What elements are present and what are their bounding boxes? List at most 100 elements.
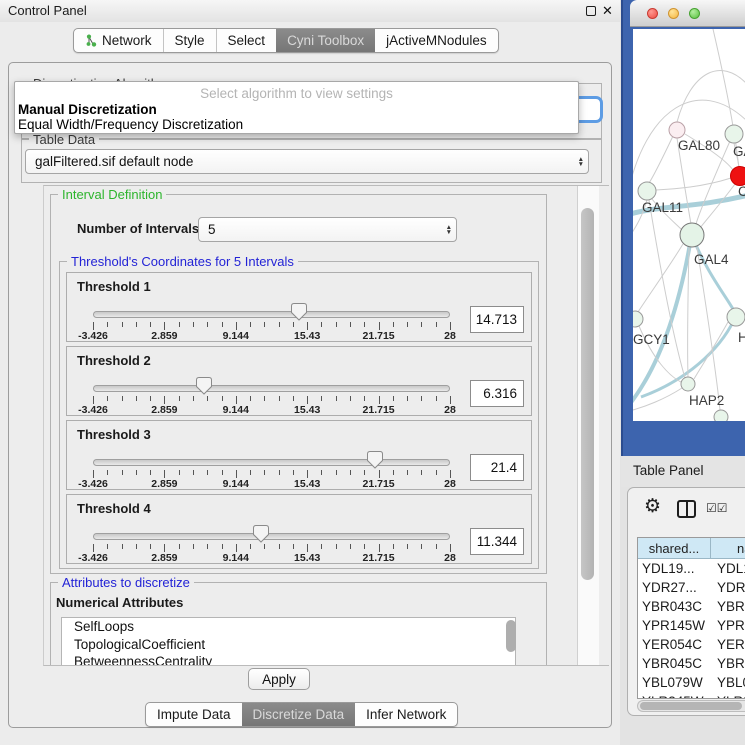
- float-window-icon[interactable]: [586, 6, 596, 16]
- threshold-value-input[interactable]: [470, 380, 524, 407]
- tab-select[interactable]: Select: [216, 29, 277, 52]
- network-node[interactable]: [725, 125, 743, 143]
- table-row[interactable]: YPR145WYPR1: [638, 616, 745, 635]
- slider-track[interactable]: [93, 459, 450, 466]
- threshold-value-input[interactable]: [470, 306, 524, 333]
- table-cell[interactable]: YLR3: [711, 694, 745, 699]
- list-scrollbar[interactable]: [506, 618, 517, 666]
- tick-mark: [436, 544, 437, 549]
- num-intervals-combo[interactable]: 5 ▲▼: [198, 217, 457, 242]
- slider-handle[interactable]: [291, 303, 307, 321]
- slider-handle[interactable]: [253, 525, 269, 543]
- table-cell[interactable]: YBR0: [711, 599, 745, 614]
- dropdown-item-equal-width-frequency[interactable]: Equal Width/Frequency Discretization: [18, 117, 243, 132]
- table-cell[interactable]: YBL0: [711, 675, 745, 690]
- tick-mark: [421, 396, 422, 401]
- tab-impute-data[interactable]: Impute Data: [146, 703, 242, 726]
- tick-label: 21.715: [363, 478, 395, 490]
- table-cell[interactable]: YPR1: [711, 618, 745, 633]
- slider-handle[interactable]: [196, 377, 212, 395]
- tab-infer-network[interactable]: Infer Network: [355, 703, 457, 726]
- table-cell[interactable]: YER0: [711, 637, 745, 652]
- slider-handle[interactable]: [367, 451, 383, 469]
- scrollbar-thumb[interactable]: [581, 208, 594, 580]
- table-row[interactable]: YBR045CYBR0: [638, 654, 745, 673]
- column-header-name[interactable]: na: [711, 538, 745, 559]
- network-node[interactable]: [680, 223, 704, 247]
- threshold-4-row: Threshold 4 -3.4262.8599.14415.4321.7152…: [66, 494, 532, 564]
- network-node[interactable]: [727, 308, 745, 326]
- column-header-shared[interactable]: shared...: [638, 538, 711, 559]
- table-row[interactable]: YDR27...YDR2: [638, 578, 745, 597]
- tick-label: 15.43: [294, 552, 320, 564]
- tab-discretize-data[interactable]: Discretize Data: [242, 703, 356, 726]
- table-row[interactable]: YLR345WYLR3: [638, 692, 745, 699]
- network-node[interactable]: [731, 167, 745, 186]
- table-cell[interactable]: YDR27...: [638, 580, 711, 595]
- table-cell[interactable]: YBL079W: [638, 675, 711, 690]
- table-cell[interactable]: YDR2: [711, 580, 745, 595]
- threshold-label: Threshold 1: [77, 279, 151, 294]
- table-cell[interactable]: YBR045C: [638, 656, 711, 671]
- numerical-attributes-list[interactable]: SelfLoopsTopologicalCoefficientBetweenne…: [61, 617, 516, 666]
- minimize-traffic-light-icon[interactable]: [668, 8, 679, 19]
- attribute-list-item[interactable]: BetweennessCentrality: [62, 653, 515, 666]
- top-tab-bar: Network Style Select Cyni Toolbox jActiv…: [73, 28, 499, 53]
- table-panel-window: ⚙ ☑☑ shared... na YDL19...YDL1YDR27...YD…: [627, 487, 745, 716]
- scrollbar-thumb[interactable]: [506, 620, 516, 652]
- network-node-label: GAL: [733, 144, 745, 159]
- threshold-value-input[interactable]: [470, 528, 524, 555]
- dropdown-item-manual-discretization[interactable]: Manual Discretization: [18, 102, 157, 117]
- network-node[interactable]: [681, 377, 695, 391]
- table-cell[interactable]: YDL19...: [638, 561, 711, 576]
- select-columns-checkboxes-icon[interactable]: ☑☑: [706, 501, 728, 515]
- slider-track[interactable]: [93, 311, 450, 318]
- split-columns-icon[interactable]: [677, 500, 696, 518]
- table-cell[interactable]: YBR043C: [638, 599, 711, 614]
- tab-jactivemnodules[interactable]: jActiveMNodules: [375, 29, 498, 52]
- tick-label: 21.715: [363, 404, 395, 416]
- tick-mark: [393, 322, 394, 327]
- network-node[interactable]: [714, 410, 728, 421]
- table-row[interactable]: YER054CYER0: [638, 635, 745, 654]
- network-canvas[interactable]: GAL80GALCGAL11GAL4GCY1HHAP2: [633, 29, 745, 421]
- threshold-value-input[interactable]: [470, 454, 524, 481]
- tick-mark: [122, 470, 123, 475]
- slider-track[interactable]: [93, 385, 450, 392]
- threshold-3-row: Threshold 3 -3.4262.8599.14415.4321.7152…: [66, 420, 532, 490]
- table-cell[interactable]: YBR0: [711, 656, 745, 671]
- threshold-label: Threshold 2: [77, 353, 151, 368]
- table-cell[interactable]: YLR345W: [638, 694, 711, 699]
- apply-button[interactable]: Apply: [248, 668, 310, 690]
- group-title: Attributes to discretize: [58, 575, 194, 590]
- table-row[interactable]: YBL079WYBL0: [638, 673, 745, 692]
- slider-track[interactable]: [93, 533, 450, 540]
- close-icon[interactable]: ✕: [602, 3, 613, 19]
- tab-network[interactable]: Network: [74, 29, 163, 52]
- tab-cyni-toolbox[interactable]: Cyni Toolbox: [276, 29, 375, 52]
- tab-style[interactable]: Style: [163, 29, 216, 52]
- table-cell[interactable]: YER054C: [638, 637, 711, 652]
- table-horizontal-scrollbar[interactable]: [637, 700, 745, 712]
- network-node[interactable]: [669, 122, 685, 138]
- network-node-label: GAL4: [694, 252, 729, 267]
- table-header-row: shared... na: [638, 538, 745, 559]
- attribute-list-item[interactable]: SelfLoops: [62, 618, 515, 636]
- zoom-traffic-light-icon[interactable]: [689, 8, 700, 19]
- gear-icon[interactable]: ⚙: [644, 497, 661, 516]
- table-cell[interactable]: YPR145W: [638, 618, 711, 633]
- panel-scrollbar[interactable]: [577, 186, 599, 665]
- table-row[interactable]: YBR043CYBR0: [638, 597, 745, 616]
- network-node[interactable]: [633, 311, 643, 327]
- network-window-titlebar: [630, 0, 745, 27]
- table-row[interactable]: YDL19...YDL1: [638, 559, 745, 578]
- attribute-list-item[interactable]: TopologicalCoefficient: [62, 636, 515, 654]
- tick-mark: [136, 396, 137, 401]
- table-cell[interactable]: YDL1: [711, 561, 745, 576]
- table-data-combo[interactable]: galFiltered.sif default node ▲▼: [25, 149, 589, 174]
- network-node[interactable]: [638, 182, 656, 200]
- close-traffic-light-icon[interactable]: [647, 8, 658, 19]
- tick-mark: [436, 396, 437, 401]
- scrollbar-thumb[interactable]: [640, 702, 742, 710]
- tick-mark: [450, 544, 451, 552]
